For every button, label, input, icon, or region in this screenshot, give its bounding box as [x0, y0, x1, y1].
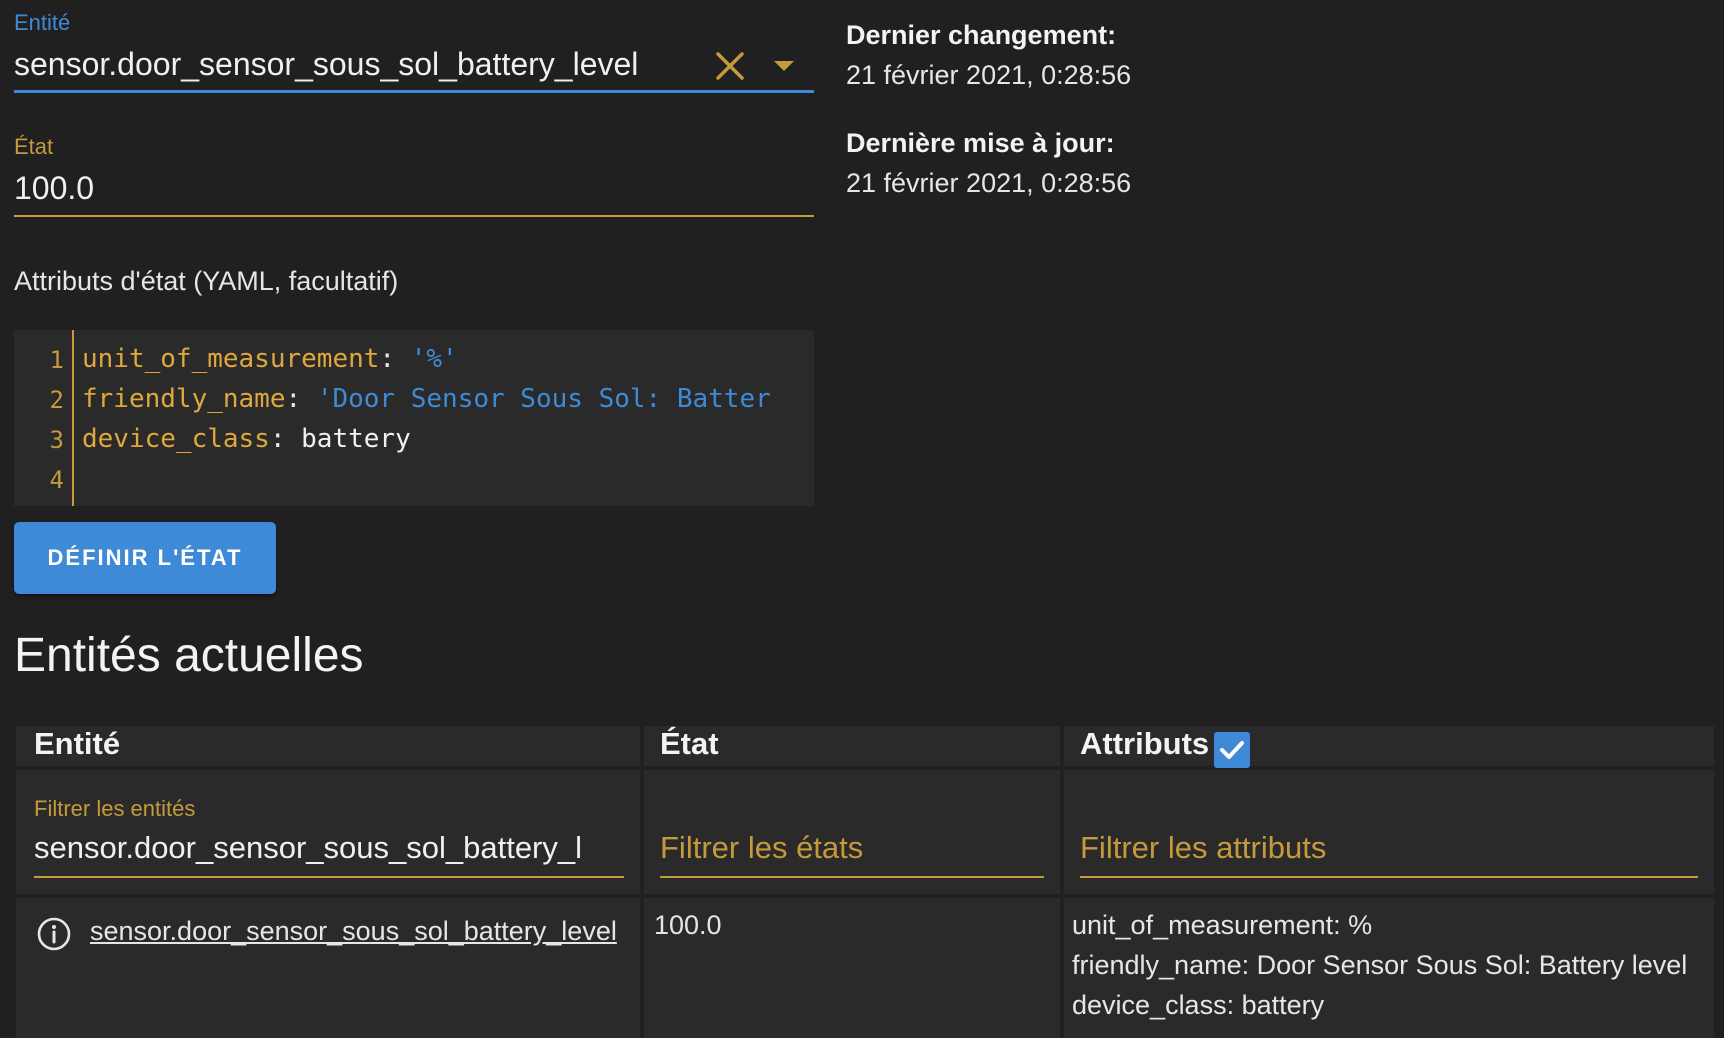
state-field-label: État: [14, 134, 54, 159]
yaml-key: friendly_name: [82, 384, 286, 414]
row-state-value: 100.0: [654, 910, 722, 940]
column-header-entity: Entité: [34, 726, 121, 761]
filter-entities-underline: [34, 876, 624, 878]
filter-attributes-underline: [1080, 876, 1698, 878]
yaml-value: battery: [301, 424, 411, 454]
column-header-attributes: Attributs: [1080, 726, 1210, 761]
yaml-key: device_class: [82, 424, 270, 454]
entity-input[interactable]: sensor.door_sensor_sous_sol_battery_leve…: [14, 46, 638, 83]
code-line: friendly_name: 'Door Sensor Sous Sol: Ba…: [82, 384, 771, 414]
caret-down-icon[interactable]: [772, 58, 796, 74]
last-changed-value: 21 février 2021, 0:28:56: [846, 60, 1132, 90]
yaml-value: '%': [410, 344, 458, 374]
line-number: 3: [49, 426, 64, 454]
check-icon: [1220, 741, 1244, 759]
row-attribute-line: friendly_name: Door Sensor Sous Sol: Bat…: [1072, 950, 1688, 980]
line-number: 2: [49, 386, 64, 414]
set-state-button[interactable]: DÉFINIR L'ÉTAT: [14, 522, 276, 594]
last-updated-value: 21 février 2021, 0:28:56: [846, 168, 1132, 198]
info-circle-icon[interactable]: [36, 916, 72, 952]
column-header-state: État: [660, 726, 719, 761]
code-line: device_class: battery: [82, 424, 411, 454]
line-number: 4: [49, 466, 64, 494]
code-line: unit_of_measurement: '%': [82, 344, 458, 374]
yaml-separator: :: [285, 384, 317, 414]
entity-link[interactable]: sensor.door_sensor_sous_sol_battery_leve…: [90, 916, 617, 947]
line-number-gutter: 1 2 3 4: [14, 330, 74, 506]
row-attribute-line: unit_of_measurement: %: [1072, 910, 1373, 940]
entity-input-underline: [14, 90, 814, 93]
yaml-value: 'Door Sensor Sous Sol: Batter: [316, 384, 771, 414]
yaml-separator: :: [269, 424, 302, 454]
current-entities-title: Entités actuelles: [14, 629, 364, 682]
state-input[interactable]: 100.0: [14, 170, 94, 207]
line-number: 1: [49, 346, 64, 374]
last-updated-label: Dernière mise à jour:: [846, 128, 1115, 158]
entity-field-label: Entité: [14, 10, 71, 35]
filter-entities-label: Filtrer les entités: [34, 796, 196, 821]
filter-states-underline: [660, 876, 1044, 878]
yaml-separator: :: [379, 344, 411, 374]
yaml-key: unit_of_measurement: [82, 344, 380, 374]
state-input-underline: [14, 215, 814, 217]
row-attribute-line: device_class: battery: [1072, 990, 1325, 1020]
filter-states-input[interactable]: Filtrer les états: [660, 830, 863, 866]
last-changed-label: Dernier changement:: [846, 20, 1117, 50]
attributes-yaml-title: Attributs d'état (YAML, facultatif): [14, 266, 399, 296]
filter-entities-input[interactable]: sensor.door_sensor_sous_sol_battery_l: [34, 830, 596, 866]
attributes-checkbox[interactable]: [1214, 732, 1250, 768]
filter-attributes-input[interactable]: Filtrer les attributs: [1080, 830, 1326, 866]
yaml-code-editor[interactable]: 1 2 3 4 unit_of_measurement: '%' friendl…: [14, 330, 814, 506]
close-icon[interactable]: [712, 48, 748, 84]
